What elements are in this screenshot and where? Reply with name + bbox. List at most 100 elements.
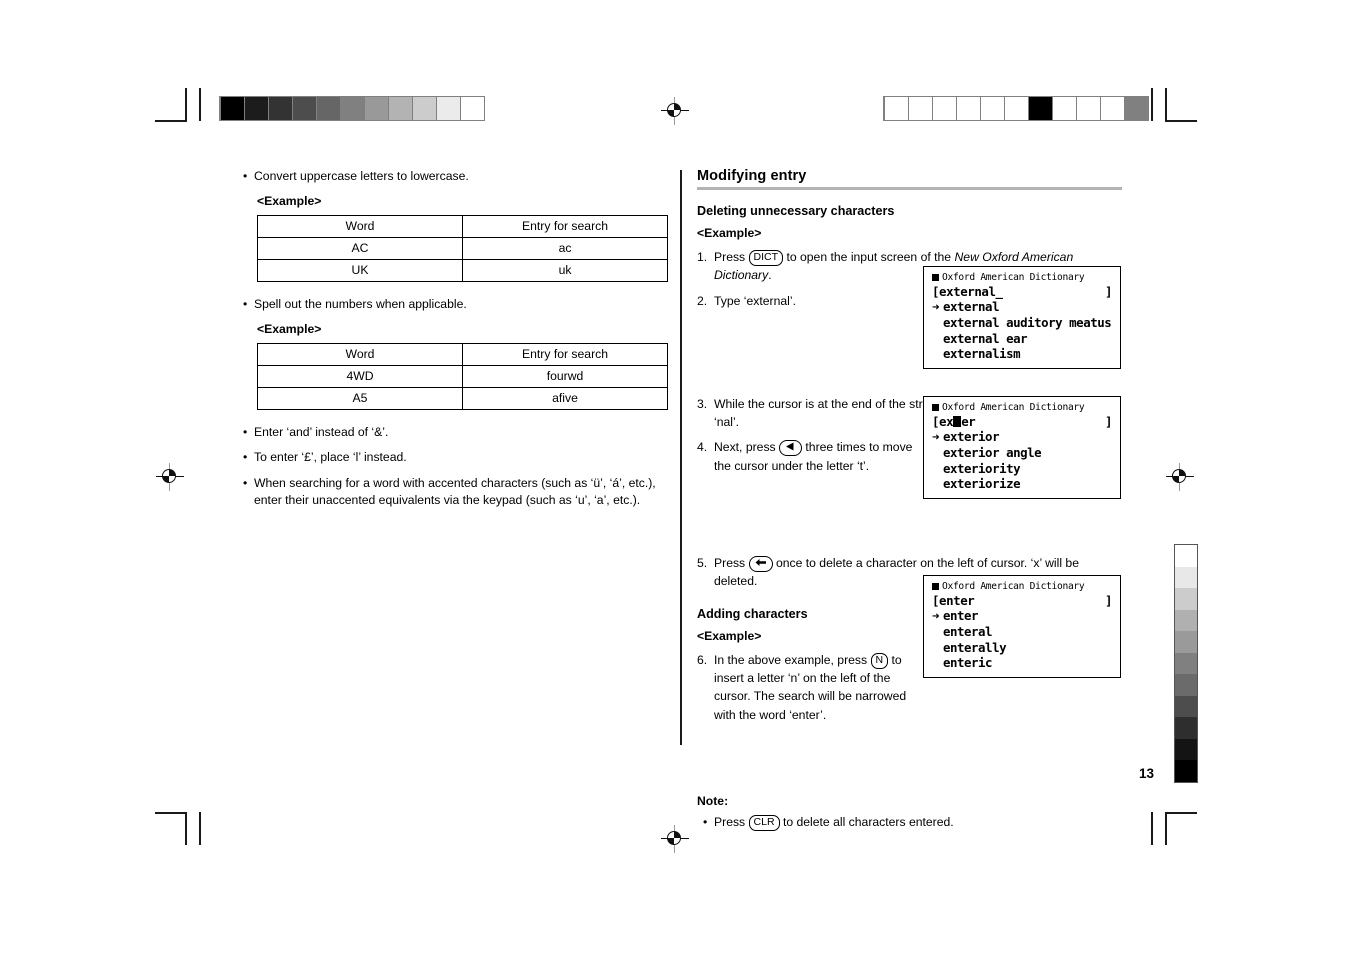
column-header-entry: Entry for search: [462, 214, 668, 238]
note-heading: Note:: [697, 793, 729, 808]
checkbox-icon: [932, 404, 939, 411]
grayscale-patch: [1175, 674, 1197, 696]
dict-key-icon[interactable]: DICT: [748, 250, 784, 266]
step-number: 4.: [697, 440, 708, 455]
grayscale-patch: [1175, 717, 1197, 739]
lcd-result-text: exterior: [943, 429, 1000, 444]
section-title-rule: [697, 187, 1122, 190]
lcd-result-row[interactable]: enteric: [932, 655, 1112, 671]
bullet-item: • To enter ‘£’, place ‘l’ instead.: [243, 449, 668, 466]
grayscale-patch: [908, 97, 932, 120]
lcd-screen-enter: Oxford American Dictionary [enter ] ➜ en…: [923, 575, 1121, 679]
grayscale-patch: [1175, 652, 1197, 674]
note-item: • Press CLR to delete all characters ent…: [703, 814, 1122, 831]
bullet-dot-icon: •: [243, 476, 248, 491]
bullet-item: • Convert uppercase letters to lowercase…: [243, 168, 668, 185]
lcd-input-text: [ex er: [932, 414, 976, 429]
bullet-item: • Enter ‘and’ instead of ‘&’.: [243, 424, 668, 441]
grayscale-patch: [1124, 97, 1148, 120]
table-row: AC ac: [257, 236, 668, 260]
bullet-text: When searching for a word with accented …: [254, 476, 656, 508]
lcd-title-bar: Oxford American Dictionary: [932, 272, 1112, 283]
lcd-result-row[interactable]: enterally: [932, 640, 1112, 656]
bullet-dot-icon: •: [243, 450, 248, 465]
step-text: .: [768, 268, 772, 283]
column-header-word: Word: [257, 342, 463, 366]
word-entry-table-2: Word Entry for search 4WD fourwd A5 afiv…: [257, 342, 668, 410]
lcd-result-row[interactable]: exteriority: [932, 461, 1112, 477]
step-text: Next, press: [714, 440, 776, 455]
lcd-result-row[interactable]: external ear: [932, 331, 1112, 347]
table-row: UK uk: [257, 258, 668, 282]
step-number: 2.: [697, 293, 708, 308]
grayscale-patch: [340, 97, 364, 120]
backspace-arrow-key-icon[interactable]: [748, 556, 773, 573]
crop-mark-line: [1151, 812, 1153, 845]
section-title: Modifying entry: [697, 168, 807, 184]
crop-mark-line: [155, 120, 187, 122]
grayscale-calibration-strip-left: [219, 96, 485, 121]
grayscale-patch: [316, 97, 340, 120]
step-body: In the above example, press N to insert …: [714, 651, 929, 724]
left-triangle-arrow-key-icon[interactable]: [779, 440, 803, 457]
lcd-input-line: [ex er ]: [932, 414, 1112, 429]
note-text-part: Press: [714, 814, 746, 829]
clr-key-icon[interactable]: CLR: [748, 814, 780, 831]
cell-word: AC: [257, 236, 463, 260]
grayscale-patch: [436, 97, 460, 120]
bullet-text: Enter ‘and’ instead of ‘&’.: [254, 424, 389, 439]
lcd-result-text: external ear: [943, 330, 1028, 346]
table-header-row: Word Entry for search: [257, 214, 668, 238]
grayscale-patch: [460, 97, 484, 120]
column-divider: [680, 170, 682, 745]
grayscale-patch: [244, 97, 268, 120]
example-label: <Example>: [257, 321, 322, 336]
lcd-result-text: external: [943, 299, 1000, 314]
lcd-input-prefix: [ex: [932, 414, 954, 429]
grayscale-patch: [1100, 97, 1124, 120]
selection-arrow-icon: ➜: [932, 429, 940, 444]
grayscale-patch: [1175, 695, 1197, 717]
column-header-entry: Entry for search: [462, 342, 668, 366]
step-text: to open the input screen of the: [786, 250, 952, 264]
word-entry-table-1: Word Entry for search AC ac UK uk: [257, 214, 668, 282]
lcd-result-row[interactable]: enteral: [932, 624, 1112, 640]
lcd-result-row[interactable]: exterior angle: [932, 445, 1112, 461]
cell-entry: uk: [462, 258, 668, 282]
lcd-result-row[interactable]: ➜ enter: [932, 608, 1112, 624]
bullet-dot-icon: •: [703, 814, 708, 829]
step-text: Press: [714, 250, 746, 264]
grayscale-patch: [1175, 631, 1197, 653]
step-body: Type ‘external’.: [714, 293, 796, 308]
checkbox-icon: [932, 583, 939, 590]
lcd-result-row[interactable]: ➜ exterior: [932, 429, 1112, 445]
crop-mark-line: [185, 812, 187, 845]
lcd-input-close-bracket: ]: [1104, 593, 1112, 608]
lcd-input-close-bracket: ]: [1104, 414, 1112, 429]
note-text: Press CLR to delete all characters enter…: [714, 814, 954, 831]
lcd-result-row[interactable]: exteriorize: [932, 476, 1112, 492]
lcd-input-suffix: er: [961, 414, 976, 429]
grayscale-patch: [1175, 738, 1197, 760]
bullet-text: Convert uppercase letters to lowercase.: [254, 169, 469, 183]
letter-n-key-icon[interactable]: N: [870, 652, 889, 669]
grayscale-patch: [292, 97, 316, 120]
left-column: • Convert uppercase letters to lowercase…: [243, 168, 668, 518]
bullet-dot-icon: •: [243, 296, 248, 311]
selection-arrow-icon: ➜: [932, 608, 940, 623]
crop-mark-line: [1151, 88, 1153, 121]
crop-mark-line: [1165, 120, 1197, 122]
grayscale-patch: [364, 97, 388, 120]
lcd-result-row[interactable]: ➜ external: [932, 299, 1112, 315]
registration-target-icon: [156, 463, 184, 491]
grayscale-patch: [1076, 97, 1100, 120]
lcd-title-bar: Oxford American Dictionary: [932, 581, 1112, 592]
lcd-dictionary-name: Oxford American Dictionary: [942, 581, 1085, 592]
note-text-part: to delete all characters entered.: [782, 814, 954, 829]
lcd-result-row[interactable]: external auditory meatus: [932, 315, 1112, 331]
lcd-result-row[interactable]: externalism: [932, 346, 1112, 362]
registration-target-icon: [661, 825, 689, 853]
lcd-dictionary-name: Oxford American Dictionary: [942, 402, 1085, 413]
step-number: 6.: [697, 652, 708, 667]
bullet-item: • Spell out the numbers when applicable.: [243, 296, 668, 313]
